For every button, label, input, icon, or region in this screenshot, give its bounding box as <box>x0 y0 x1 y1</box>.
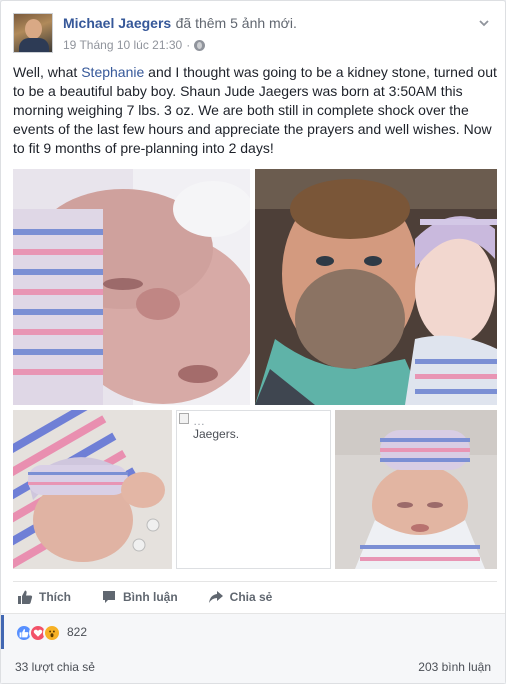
photo-grid: … Jaegers. <box>13 169 497 571</box>
reactions-bar: 822 <box>1 613 505 651</box>
photo-4-broken[interactable]: … Jaegers. <box>176 410 331 569</box>
post-text-part1: Well, what <box>13 64 82 80</box>
photo-1-image <box>13 169 250 405</box>
thumbs-up-icon <box>18 590 33 604</box>
share-count[interactable]: 33 lượt chia sẻ <box>15 660 95 674</box>
avatar-face <box>25 19 42 39</box>
photo-3[interactable] <box>13 410 172 569</box>
photo-4-alt-text: … Jaegers. <box>193 415 239 441</box>
photo-5[interactable] <box>335 410 497 569</box>
globe-icon[interactable] <box>194 39 206 51</box>
photo-3-image <box>13 410 172 569</box>
post-card: Michael Jaegers đã thêm 5 ảnh mới. 19 Th… <box>0 0 506 684</box>
wow-reaction-icon <box>43 624 61 642</box>
post-meta: 19 Tháng 10 lúc 21:30 · <box>63 38 297 52</box>
comment-count[interactable]: 203 bình luận <box>418 660 491 674</box>
share-button[interactable]: Chia sẻ <box>208 589 273 605</box>
action-bar: Thích Bình luận Chia sẻ <box>13 581 497 611</box>
chevron-down-icon[interactable] <box>477 16 491 30</box>
photo-5-image <box>335 410 497 569</box>
avatar-shirt <box>19 38 49 52</box>
author-avatar[interactable] <box>13 13 53 53</box>
meta-separator: · <box>186 38 191 52</box>
post-header: Michael Jaegers đã thêm 5 ảnh mới. 19 Th… <box>13 13 493 57</box>
photo-2-image <box>255 169 497 405</box>
focus-edge <box>1 615 4 649</box>
broken-image-icon <box>179 413 189 424</box>
share-label: Chia sẻ <box>229 589 273 604</box>
photo-2[interactable] <box>255 169 497 405</box>
post-footer: 33 lượt chia sẻ 203 bình luận <box>1 651 505 683</box>
comment-icon <box>103 590 115 603</box>
like-label: Thích <box>39 589 71 604</box>
header-text: Michael Jaegers đã thêm 5 ảnh mới. 19 Th… <box>63 15 297 52</box>
comment-label: Bình luận <box>123 589 178 604</box>
like-button[interactable]: Thích <box>17 589 71 605</box>
post-body: Well, what Stephanie and I thought was g… <box>13 63 497 158</box>
post-timestamp[interactable]: 19 Tháng 10 lúc 21:30 <box>63 38 182 52</box>
alt-line-2: Jaegers. <box>193 427 240 441</box>
mention-link[interactable]: Stephanie <box>81 64 144 80</box>
post-action-text: đã thêm 5 ảnh mới. <box>175 15 297 31</box>
photo-1[interactable] <box>13 169 250 405</box>
reaction-count[interactable]: 822 <box>67 625 87 639</box>
author-name[interactable]: Michael Jaegers <box>63 15 171 31</box>
share-arrow-icon <box>208 590 223 603</box>
comment-button[interactable]: Bình luận <box>101 589 178 605</box>
reaction-icons[interactable] <box>15 624 61 642</box>
